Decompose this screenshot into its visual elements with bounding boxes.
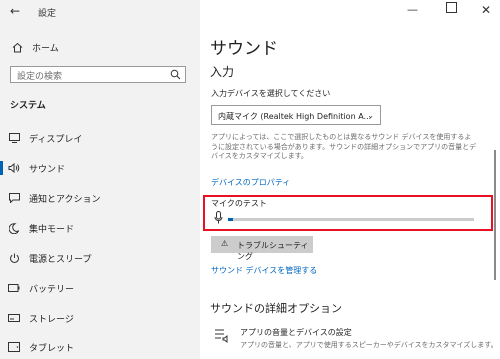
active-indicator (0, 161, 3, 175)
troubleshoot-label: トラブルシューティング (237, 241, 309, 261)
input-device-dropdown[interactable]: 内蔵マイク (Realtek High Definition A... ⌄ (211, 105, 381, 125)
mic-test-label: マイクのテスト (211, 199, 267, 208)
advanced-options-heading: サウンドの詳細オプション (210, 302, 342, 315)
microphone-icon (214, 211, 223, 224)
sidebar-item-label: バッテリー (29, 285, 75, 295)
speaker-icon (8, 162, 20, 174)
input-description: アプリによっては、ここで選択したものとは異なるサウンド デバイスを使用するように… (211, 133, 477, 160)
close-button[interactable]: ✕ (481, 3, 491, 17)
scrollbar[interactable] (494, 150, 496, 280)
troubleshoot-button[interactable]: ⚠ トラブルシューティング (211, 236, 313, 261)
sidebar-item-power[interactable]: 電源とスリープ (0, 247, 200, 269)
sidebar-item-label: サウンド (29, 165, 66, 175)
sidebar-item-notifications[interactable]: 通知とアクション (0, 187, 200, 209)
app-volume-description: アプリの音量と、アプリで使用するスピーカーやデバイスをカスタマイズします。 (240, 341, 498, 349)
window-title: 設定 (38, 9, 57, 19)
app-volume-settings-link[interactable]: アプリの音量とデバイスの設定 (240, 327, 352, 338)
home-button[interactable]: ホーム (12, 41, 59, 54)
sidebar: ← 設定 ホーム 設定の検索 システム ディスプレイ サウンド 通知とアクション (0, 0, 200, 359)
mic-level-meter (228, 218, 474, 221)
search-input[interactable]: 設定の検索 (10, 66, 186, 83)
home-label: ホーム (32, 44, 59, 54)
device-properties-link[interactable]: デバイスのプロパティ (211, 177, 290, 188)
page-title: サウンド (210, 39, 278, 59)
sidebar-item-label: 集中モード (29, 225, 75, 235)
minimize-button[interactable]: — (407, 3, 418, 16)
sidebar-item-display[interactable]: ディスプレイ (0, 127, 200, 149)
manage-sound-devices-link[interactable]: サウンド デバイスを管理する (211, 265, 317, 276)
sidebar-item-storage[interactable]: ストレージ (0, 307, 200, 329)
section-title: システム (10, 101, 46, 111)
input-device-label: 入力デバイスを選択してください (211, 89, 331, 98)
search-placeholder: 設定の検索 (17, 72, 63, 82)
notification-icon (8, 192, 20, 204)
input-heading: 入力 (210, 65, 235, 79)
sidebar-item-label: 通知とアクション (29, 195, 101, 205)
input-device-value: 内蔵マイク (Realtek High Definition A... (218, 112, 372, 121)
storage-icon (8, 312, 20, 324)
moon-icon (8, 222, 20, 234)
chevron-down-icon: ⌄ (367, 111, 374, 120)
sidebar-item-label: タブレット (29, 344, 75, 354)
tablet-icon (8, 341, 20, 353)
power-icon (8, 252, 20, 264)
sidebar-item-battery[interactable]: バッテリー (0, 277, 200, 299)
battery-icon (8, 282, 20, 294)
search-icon[interactable] (170, 69, 181, 80)
sidebar-item-focus[interactable]: 集中モード (0, 217, 200, 239)
maximize-button[interactable] (446, 2, 457, 13)
mic-level-fill (228, 218, 233, 221)
home-icon (12, 42, 23, 53)
sidebar-item-tablet[interactable]: タブレット (0, 336, 200, 358)
sidebar-item-sound[interactable]: サウンド (0, 157, 200, 179)
app-volume-icon (215, 329, 228, 343)
display-icon (8, 132, 20, 144)
sidebar-item-label: 電源とスリープ (29, 255, 92, 265)
sidebar-item-label: ストレージ (29, 315, 74, 325)
back-arrow-icon[interactable]: ← (10, 4, 20, 18)
warning-icon: ⚠ (221, 239, 229, 248)
sidebar-item-label: ディスプレイ (29, 135, 83, 145)
